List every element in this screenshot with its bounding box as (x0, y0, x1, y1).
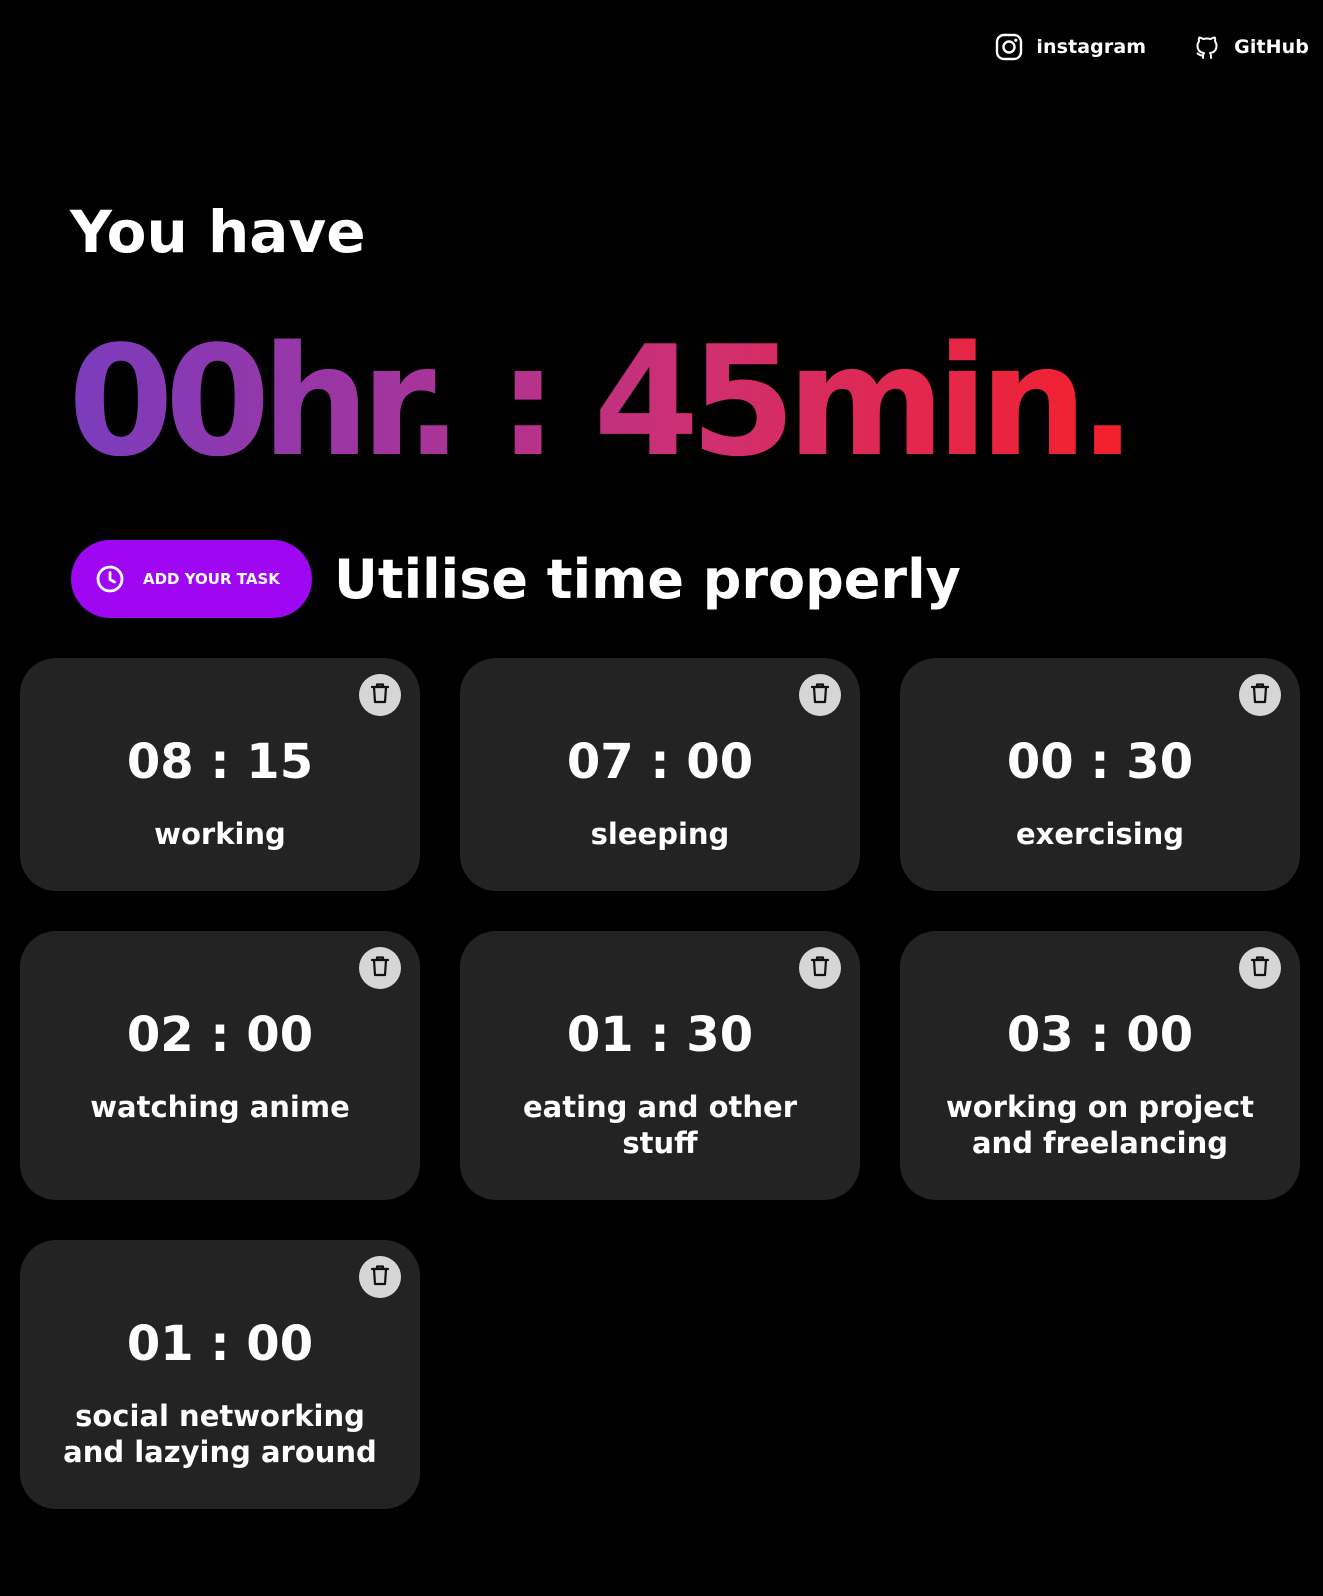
trash-icon (370, 955, 390, 981)
trash-icon (370, 1264, 390, 1290)
github-link[interactable]: GitHub (1192, 32, 1309, 62)
delete-task-button[interactable] (359, 674, 401, 716)
task-label: working (154, 817, 286, 851)
task-duration: 03 : 00 (1006, 1007, 1194, 1063)
add-task-label: ADD YOUR TASK (143, 570, 280, 588)
task-card: 03 : 00 working on project and freelanci… (900, 931, 1300, 1200)
task-card: 01 : 30 eating and other stuff (460, 931, 860, 1200)
task-label: working on project and freelancing (945, 1090, 1255, 1160)
task-duration: 02 : 00 (126, 1007, 314, 1063)
task-card: 07 : 00 sleeping (460, 658, 860, 891)
task-duration: 01 : 30 (566, 1007, 754, 1063)
delete-task-button[interactable] (1239, 674, 1281, 716)
task-card: 01 : 00 social networking and lazying ar… (20, 1240, 420, 1509)
trash-icon (810, 955, 830, 981)
github-label: GitHub (1234, 36, 1309, 58)
task-label: sleeping (590, 817, 730, 851)
task-card: 08 : 15 working (20, 658, 420, 891)
clock-icon (95, 564, 125, 594)
delete-task-button[interactable] (359, 947, 401, 989)
delete-task-button[interactable] (799, 947, 841, 989)
trash-icon (370, 682, 390, 708)
trash-icon (810, 682, 830, 708)
trash-icon (1250, 682, 1270, 708)
tagline: Utilise time properly (334, 547, 961, 611)
delete-task-button[interactable] (359, 1256, 401, 1298)
delete-task-button[interactable] (799, 674, 841, 716)
instagram-label: instagram (1036, 36, 1147, 58)
task-label: eating and other stuff (522, 1090, 797, 1160)
task-label: exercising (1015, 817, 1185, 851)
add-task-row: ADD YOUR TASK Utilise time properly (71, 540, 961, 618)
top-nav: instagram GitHub (994, 32, 1309, 62)
task-duration: 01 : 00 (126, 1316, 314, 1372)
task-label: social networking and lazying around (63, 1399, 377, 1469)
task-card: 02 : 00 watching anime (20, 931, 420, 1200)
hero-heading: You have (70, 198, 366, 266)
task-label: watching anime (90, 1090, 350, 1124)
remaining-time-display: 00hr. : 45min. (68, 313, 1136, 490)
delete-task-button[interactable] (1239, 947, 1281, 989)
task-duration: 08 : 15 (126, 734, 314, 790)
instagram-icon (994, 32, 1024, 62)
trash-icon (1250, 955, 1270, 981)
task-duration: 07 : 00 (566, 734, 754, 790)
task-card: 00 : 30 exercising (900, 658, 1300, 891)
github-icon (1192, 32, 1222, 62)
add-task-button[interactable]: ADD YOUR TASK (71, 540, 312, 618)
task-duration: 00 : 30 (1006, 734, 1194, 790)
instagram-link[interactable]: instagram (994, 32, 1146, 62)
